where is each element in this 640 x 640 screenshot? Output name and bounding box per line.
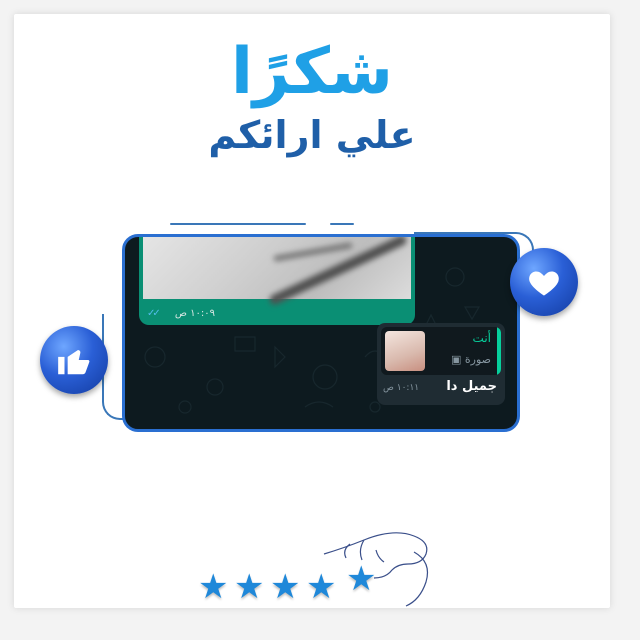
thumbs-up-icon: [40, 326, 108, 394]
decor-line: [330, 223, 354, 225]
star-icon: ★: [270, 567, 301, 607]
image-icon: ▣: [450, 353, 462, 366]
decor-line: [170, 223, 306, 225]
heart-icon: [510, 248, 578, 316]
star-icon: ★: [346, 559, 377, 599]
star-icon: ★: [198, 567, 229, 607]
quoted-photo-thumbnail: [385, 331, 425, 371]
quoted-sender-name: أنت: [472, 331, 491, 345]
photo-message-bubble[interactable]: ✓✓ ١٠:٠٩ ص: [139, 237, 415, 325]
star-icon: ★: [306, 567, 337, 607]
message-text: جميل دا: [446, 379, 497, 394]
quoted-message[interactable]: أنت صورة ▣: [381, 327, 501, 375]
read-receipt-icon: ✓✓: [147, 308, 161, 319]
title-main: شكرًا: [231, 35, 393, 109]
quoted-message-type: صورة ▣: [450, 353, 491, 366]
chat-screenshot: ✓✓ ١٠:٠٩ ص أنت صورة ▣ جميل دا ١٠:١١ ص: [122, 234, 520, 432]
blurred-photo[interactable]: [143, 237, 411, 307]
message-time: ١٠:١١ ص: [383, 383, 420, 393]
star-icon: ★: [234, 567, 265, 607]
thank-you-card: شكرًا علي ارائكم ✓✓ ١٠:٠٩ ص أنت صورة ▣ ج…: [14, 14, 610, 608]
title-subtitle: علي ارائكم: [208, 113, 416, 157]
quote-accent-bar: [497, 327, 501, 375]
reply-message-bubble[interactable]: أنت صورة ▣ جميل دا ١٠:١١ ص: [377, 323, 505, 405]
message-time: ١٠:٠٩ ص: [174, 308, 215, 319]
